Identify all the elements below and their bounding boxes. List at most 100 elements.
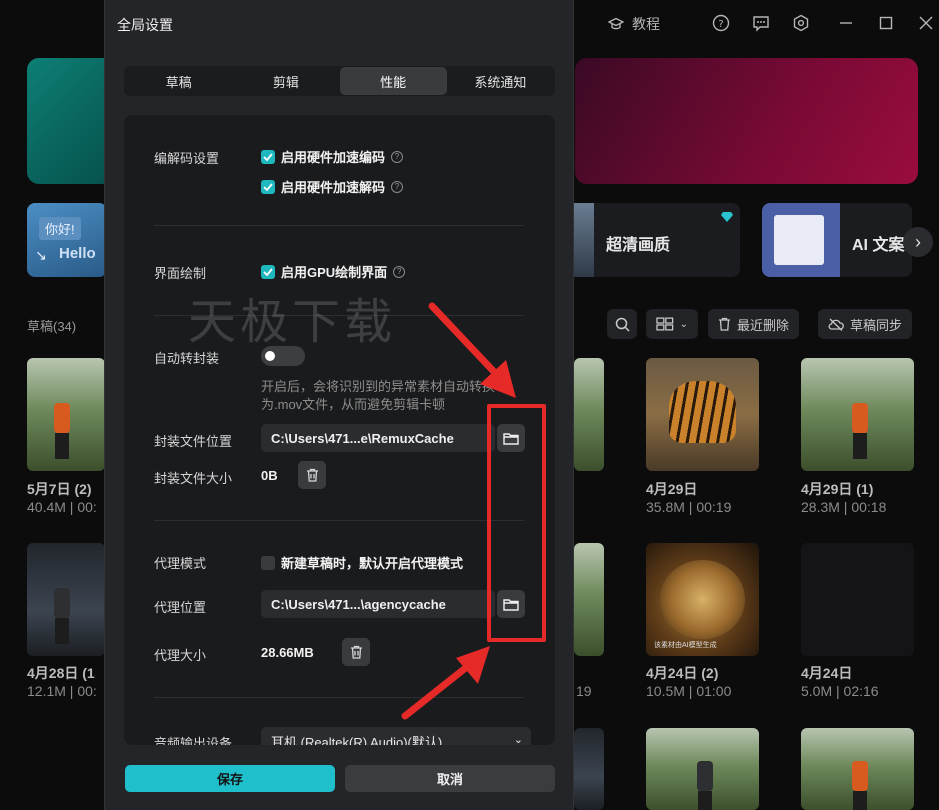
hw-decode-label: 启用硬件加速解码 (281, 180, 386, 195)
gpu-render-label: 启用GPU绘制界面 (281, 265, 388, 280)
draft-date: 4月28日 (1 (27, 665, 95, 681)
feature-card-label: Hello (59, 245, 96, 262)
recent-delete-button[interactable]: 最近删除 (708, 309, 800, 339)
draft-date: 4月24日 (801, 665, 853, 681)
grid-view-icon (656, 317, 674, 331)
audio-output-label: 音频输出设备 (154, 736, 233, 745)
tutorial-label: 教程 (632, 16, 660, 32)
close-icon[interactable] (916, 13, 936, 33)
audio-output-value: 耳机 (Realtek(R) Audio)(默认) (271, 734, 443, 746)
draft-sync-label: 草稿同步 (850, 317, 903, 333)
divider (154, 225, 524, 226)
help-icon[interactable]: ? (391, 180, 404, 193)
help-icon[interactable]: ? (391, 150, 404, 163)
feedback-icon[interactable] (751, 13, 771, 33)
checkbox-unchecked-icon[interactable] (261, 555, 275, 570)
divider (154, 520, 524, 521)
draft-thumbnail[interactable]: 该素材由AI模型生成 (646, 543, 759, 656)
draft-date: 4月29日 (1) (801, 481, 874, 497)
promo-banner-right[interactable] (575, 58, 918, 184)
draft-thumbnail[interactable] (27, 358, 105, 471)
hw-encode-label: 启用硬件加速编码 (281, 150, 386, 165)
remux-location-label: 封装文件位置 (154, 434, 233, 449)
draft-meta: 5.0M | 02:16 (801, 683, 879, 699)
feature-card-hd[interactable]: 超清画质 (560, 203, 740, 277)
draft-date: 4月24日 (2) (646, 665, 719, 681)
cloud-sync-icon (828, 318, 844, 331)
checkbox-checked-icon[interactable] (261, 179, 275, 194)
draft-thumbnail[interactable] (801, 358, 914, 471)
proxy-location-label: 代理位置 (154, 600, 207, 615)
recent-delete-label: 最近删除 (737, 317, 790, 333)
search-button[interactable] (607, 309, 637, 339)
chevron-right-icon[interactable]: › (903, 227, 933, 257)
gpu-render-option[interactable]: 启用GPU绘制界面 ? (261, 262, 406, 281)
proxy-size-label: 代理大小 (154, 648, 207, 663)
draft-date: 5月7日 (2) (27, 481, 92, 497)
chevron-down-icon: ⌄ (513, 734, 523, 745)
draft-meta: 35.8M | 00:19 (646, 499, 732, 515)
draft-thumbnail[interactable] (574, 728, 604, 810)
hw-decode-option[interactable]: 启用硬件加速解码 ? (261, 177, 404, 196)
draft-meta: 10.5M | 01:00 (646, 683, 732, 699)
save-button[interactable]: 保存 (125, 765, 335, 792)
checkbox-checked-icon[interactable] (261, 149, 275, 164)
feature-card-hello[interactable]: 你好! ↘ Hello (27, 203, 107, 277)
minimize-icon[interactable] (836, 13, 856, 33)
maximize-icon[interactable] (876, 13, 896, 33)
proxy-mode-text: 新建草稿时，默认开启代理模式 (281, 556, 464, 571)
tab-performance[interactable]: 性能 (339, 67, 447, 95)
draft-thumbnail[interactable] (574, 358, 604, 471)
draft-meta: 28.3M | 00:18 (801, 499, 887, 515)
codec-label: 编解码设置 (154, 151, 220, 166)
draft-meta: 40.4M | 00: (27, 499, 97, 515)
draft-thumbnail[interactable] (646, 728, 759, 810)
draft-thumbnail[interactable] (801, 543, 914, 656)
proxy-size-value: 28.66MB (261, 645, 314, 660)
draft-meta: 12.1M | 00: (27, 683, 97, 699)
draft-thumbnail[interactable] (574, 543, 604, 656)
feature-card-label: 超清画质 (606, 237, 671, 254)
draft-thumbnail[interactable] (646, 358, 759, 471)
proxy-mode-label: 代理模式 (154, 556, 207, 571)
search-icon (615, 317, 630, 332)
settings-tabs: 草稿 剪辑 性能 系统通知 (124, 66, 555, 96)
feature-thumb-text: 你好! (39, 217, 81, 240)
draft-sync-button[interactable]: 草稿同步 (818, 309, 913, 339)
highlight-box (487, 404, 546, 642)
graduation-cap-icon (608, 17, 624, 30)
feature-thumb (762, 203, 840, 277)
help-icon[interactable]: ? (711, 13, 731, 33)
draft-thumbnail[interactable] (801, 728, 914, 810)
chevron-down-icon: ⌄ (679, 318, 688, 330)
audio-output-select[interactable]: 耳机 (Realtek(R) Audio)(默认) ⌄ (261, 727, 531, 745)
tab-notifications[interactable]: 系统通知 (447, 67, 554, 95)
cancel-button[interactable]: 取消 (345, 765, 555, 792)
checkbox-checked-icon[interactable] (261, 264, 275, 279)
dialog-title: 全局设置 (117, 17, 173, 33)
tab-editing[interactable]: 剪辑 (232, 67, 339, 95)
diamond-icon (721, 212, 733, 222)
draft-thumbnail[interactable] (27, 543, 105, 656)
svg-text:?: ? (718, 19, 723, 30)
return-arrow-icon: ↘ (35, 247, 47, 263)
feature-card-ai-copy[interactable]: AI 文案 (762, 203, 912, 277)
view-mode-button[interactable]: ⌄ (646, 309, 698, 339)
render-label: 界面绘制 (154, 266, 207, 281)
feature-thumb: 你好! ↘ Hello (27, 203, 105, 277)
proxy-location-field[interactable]: C:\Users\471...\agencycache (261, 590, 495, 618)
remux-location-field[interactable]: C:\Users\471...e\RemuxCache (261, 424, 495, 452)
trash-icon[interactable] (342, 638, 370, 666)
hw-encode-option[interactable]: 启用硬件加速编码 ? (261, 147, 404, 166)
proxy-mode-option[interactable]: 新建草稿时，默认开启代理模式 (261, 553, 463, 572)
draft-date: 4月29日 (646, 481, 698, 497)
remux-size-value: 0B (261, 468, 278, 483)
tutorial-button[interactable]: 教程 (608, 14, 660, 34)
watermark-text: 天极下载 (188, 294, 397, 350)
drafts-title: 草稿(34) (27, 319, 77, 334)
settings-icon[interactable] (791, 13, 811, 33)
trash-icon[interactable] (298, 461, 326, 489)
draft-meta: 19 (576, 683, 592, 699)
help-icon[interactable]: ? (393, 265, 406, 278)
tab-drafts[interactable]: 草稿 (125, 67, 232, 95)
